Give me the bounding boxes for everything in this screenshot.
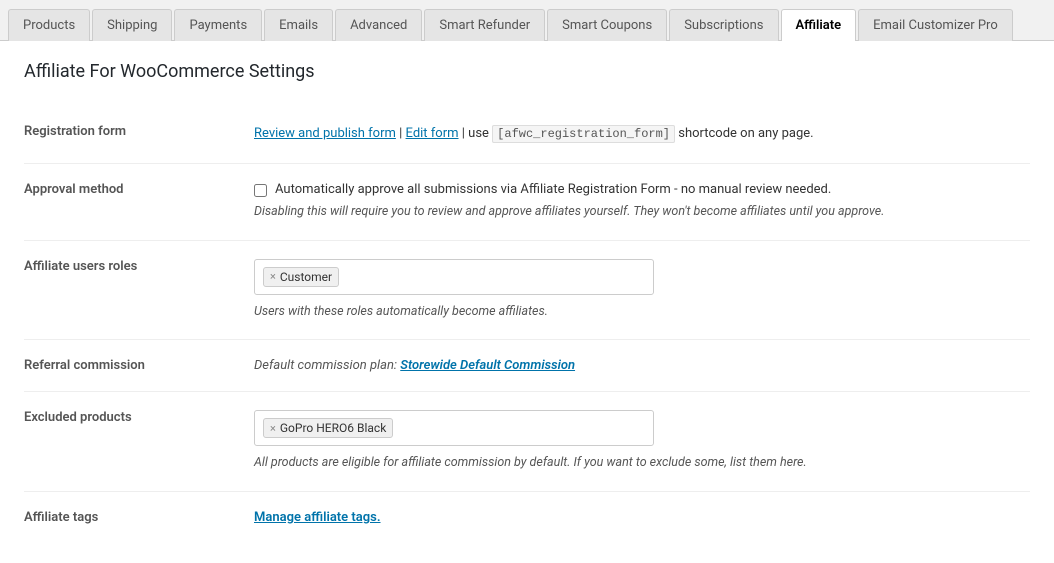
excluded-products-label: Excluded products: [24, 392, 244, 492]
affiliate-users-roles-helper: Users with these roles automatically bec…: [254, 303, 1020, 322]
affiliate-users-roles-value: × Customer Users with these roles automa…: [244, 240, 1030, 340]
tag-remove-customer[interactable]: ×: [270, 270, 276, 283]
page-content: Affiliate For WooCommerce Settings Regis…: [0, 41, 1054, 563]
tag-remove-gopro[interactable]: ×: [270, 422, 276, 435]
affiliate-tags-value: Manage affiliate tags.: [244, 492, 1030, 544]
approval-method-value: Automatically approve all submissions vi…: [244, 163, 1030, 240]
affiliate-tags-label: Affiliate tags: [24, 492, 244, 544]
approval-checkbox-wrapper: Automatically approve all submissions vi…: [254, 182, 1020, 197]
tab-smart-refunder[interactable]: Smart Refunder: [424, 9, 545, 41]
excluded-products-value: × GoPro HERO6 Black All products are eli…: [244, 392, 1030, 492]
manage-affiliate-tags-link[interactable]: Manage affiliate tags.: [254, 510, 381, 525]
commission-line: Default commission plan: Storewide Defau…: [254, 358, 575, 373]
shortcode-suffix-text: shortcode on any page.: [678, 126, 813, 141]
tab-advanced[interactable]: Advanced: [335, 9, 422, 41]
approval-note: Disabling this will require you to revie…: [254, 203, 1020, 222]
tab-emails[interactable]: Emails: [264, 9, 333, 41]
referral-commission-label: Referral commission: [24, 340, 244, 392]
use-text: | use: [462, 126, 492, 141]
shortcode-display: [afwc_registration_form]: [492, 125, 675, 143]
tag-chip-gopro: × GoPro HERO6 Black: [263, 418, 393, 438]
affiliate-tags-row: Affiliate tags Manage affiliate tags.: [24, 492, 1030, 544]
referral-commission-row: Referral commission Default commission p…: [24, 340, 1030, 392]
tab-smart-coupons[interactable]: Smart Coupons: [547, 9, 667, 41]
excluded-products-helper: All products are eligible for affiliate …: [254, 454, 1020, 473]
approval-checkbox-label: Automatically approve all submissions vi…: [275, 182, 831, 197]
referral-commission-value: Default commission plan: Storewide Defau…: [244, 340, 1030, 392]
tag-label-customer: Customer: [280, 270, 332, 284]
review-publish-link[interactable]: Review and publish form: [254, 126, 396, 141]
tabs-bar: ProductsShippingPaymentsEmailsAdvancedSm…: [0, 0, 1054, 41]
tag-chip-customer: × Customer: [263, 267, 339, 287]
tab-products[interactable]: Products: [8, 9, 90, 41]
approval-method-row: Approval method Automatically approve al…: [24, 163, 1030, 240]
approval-checkbox[interactable]: [254, 184, 267, 197]
registration-form-label: Registration form: [24, 106, 244, 163]
page-title: Affiliate For WooCommerce Settings: [24, 61, 1030, 82]
affiliate-users-roles-input[interactable]: × Customer: [254, 259, 654, 295]
excluded-products-row: Excluded products × GoPro HERO6 Black Al…: [24, 392, 1030, 492]
reg-form-line: Review and publish form | Edit form | us…: [254, 126, 814, 141]
tab-payments[interactable]: Payments: [174, 9, 262, 41]
excluded-products-input[interactable]: × GoPro HERO6 Black: [254, 410, 654, 446]
tab-email-customizer-pro[interactable]: Email Customizer Pro: [858, 9, 1013, 41]
commission-prefix: Default commission plan:: [254, 358, 397, 373]
storewide-commission-link[interactable]: Storewide Default Commission: [400, 358, 575, 373]
approval-method-label: Approval method: [24, 163, 244, 240]
registration-form-row: Registration form Review and publish for…: [24, 106, 1030, 163]
tab-shipping[interactable]: Shipping: [92, 9, 172, 41]
tag-label-gopro: GoPro HERO6 Black: [280, 421, 386, 435]
tab-subscriptions[interactable]: Subscriptions: [669, 9, 778, 41]
registration-form-value: Review and publish form | Edit form | us…: [244, 106, 1030, 163]
edit-form-link[interactable]: Edit form: [406, 126, 459, 141]
affiliate-users-roles-label: Affiliate users roles: [24, 240, 244, 340]
affiliate-users-roles-row: Affiliate users roles × Customer Users w…: [24, 240, 1030, 340]
settings-table: Registration form Review and publish for…: [24, 106, 1030, 543]
tab-affiliate[interactable]: Affiliate: [781, 9, 857, 41]
